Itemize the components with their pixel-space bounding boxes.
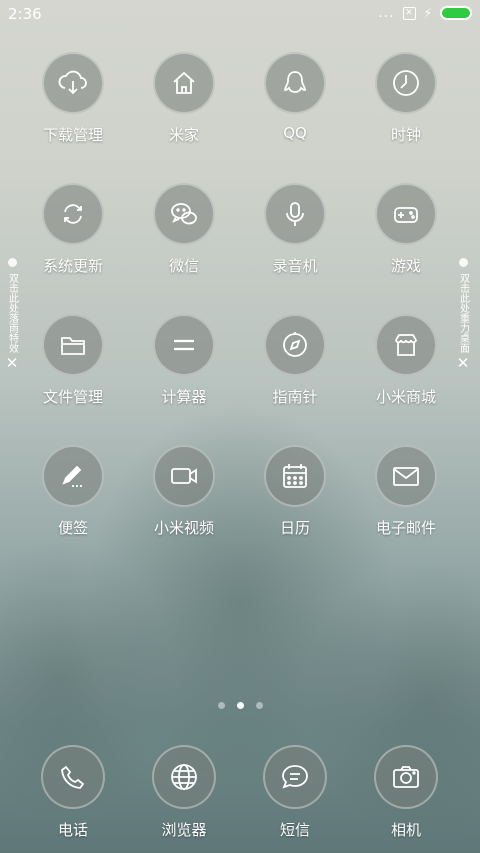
app-notes[interactable]: 便签 bbox=[18, 445, 128, 538]
app-system-update[interactable]: 系统更新 bbox=[18, 183, 128, 276]
penguin-icon bbox=[264, 52, 326, 114]
gravity-desktop-widget[interactable]: 双击此处重力桌面 ✕ bbox=[455, 258, 471, 371]
camera-icon bbox=[374, 745, 438, 809]
close-icon[interactable]: ✕ bbox=[4, 356, 20, 371]
chat-bubbles-icon bbox=[153, 183, 215, 245]
app-label: 电子邮件 bbox=[375, 519, 436, 537]
app-calculator[interactable]: 计算器 bbox=[129, 314, 239, 407]
app-mijia[interactable]: 米家 bbox=[129, 52, 239, 145]
sim-blocked-icon: ✕ bbox=[402, 6, 416, 20]
app-wechat[interactable]: 微信 bbox=[129, 183, 239, 276]
app-label: 电话 bbox=[57, 821, 88, 839]
widget-dot bbox=[458, 258, 468, 267]
status-bar: 2:36 ... ✕ ⚡ bbox=[0, 0, 480, 30]
equals-icon bbox=[153, 314, 215, 376]
app-clock[interactable]: 时钟 bbox=[351, 52, 461, 145]
app-label: 下载管理 bbox=[42, 126, 103, 144]
dock-messages[interactable]: 短信 bbox=[240, 745, 350, 840]
microphone-icon bbox=[264, 183, 326, 245]
app-label: 日历 bbox=[279, 519, 310, 537]
message-icon bbox=[263, 745, 327, 809]
dock-camera[interactable]: 相机 bbox=[351, 745, 461, 840]
app-label: QQ bbox=[283, 124, 307, 142]
rain-effect-widget[interactable]: 双击此处落雨特效 ✕ bbox=[4, 258, 20, 371]
app-mi-video[interactable]: 小米视频 bbox=[129, 445, 239, 538]
app-label: 便签 bbox=[57, 519, 88, 537]
app-qq[interactable]: QQ bbox=[240, 52, 350, 142]
charging-icon: ⚡ bbox=[423, 6, 432, 20]
app-label: 游戏 bbox=[390, 257, 421, 275]
status-time: 2:36 bbox=[8, 5, 42, 23]
app-recorder[interactable]: 录音机 bbox=[240, 183, 350, 276]
phone-icon bbox=[41, 745, 105, 809]
calendar-icon bbox=[264, 445, 326, 507]
app-download-manager[interactable]: 下载管理 bbox=[18, 52, 128, 145]
widget-dot bbox=[7, 258, 17, 267]
app-label: 小米商城 bbox=[375, 388, 436, 406]
app-label: 短信 bbox=[279, 821, 310, 839]
app-compass[interactable]: 指南针 bbox=[240, 314, 350, 407]
close-icon[interactable]: ✕ bbox=[455, 356, 471, 371]
app-file-manager[interactable]: 文件管理 bbox=[18, 314, 128, 407]
page-dot-1[interactable] bbox=[217, 702, 225, 709]
app-label: 文件管理 bbox=[42, 388, 103, 406]
dock-phone[interactable]: 电话 bbox=[18, 745, 128, 840]
app-mi-store[interactable]: 小米商城 bbox=[351, 314, 461, 407]
more-notifications-icon: ... bbox=[378, 5, 395, 21]
app-label: 时钟 bbox=[390, 126, 421, 144]
app-label: 微信 bbox=[168, 257, 199, 275]
dock-browser[interactable]: 浏览器 bbox=[129, 745, 239, 840]
compass-icon bbox=[264, 314, 326, 376]
app-label: 相机 bbox=[390, 821, 421, 839]
app-label: 小米视频 bbox=[153, 519, 214, 537]
page-dot-3[interactable] bbox=[255, 702, 263, 709]
app-label: 计算器 bbox=[161, 388, 207, 406]
app-calendar[interactable]: 日历 bbox=[240, 445, 350, 538]
cloud-download-icon bbox=[42, 52, 104, 114]
app-email[interactable]: 电子邮件 bbox=[351, 445, 461, 538]
app-label: 录音机 bbox=[272, 257, 318, 275]
app-label: 系统更新 bbox=[42, 257, 103, 275]
folder-icon bbox=[42, 314, 104, 376]
gravity-desktop-text: 双击此处重力桌面 bbox=[457, 273, 469, 353]
app-label: 指南针 bbox=[272, 388, 318, 406]
page-dot-2-active[interactable] bbox=[236, 702, 244, 709]
gamepad-icon bbox=[375, 183, 437, 245]
mail-icon bbox=[375, 445, 437, 507]
rain-effect-text: 双击此处落雨特效 bbox=[6, 273, 18, 353]
globe-icon bbox=[152, 745, 216, 809]
app-label: 浏览器 bbox=[161, 821, 207, 839]
app-label: 米家 bbox=[168, 126, 199, 144]
page-indicator bbox=[0, 702, 480, 709]
pen-icon bbox=[42, 445, 104, 507]
clock-icon bbox=[375, 52, 437, 114]
app-games[interactable]: 游戏 bbox=[351, 183, 461, 276]
store-icon bbox=[375, 314, 437, 376]
home-icon bbox=[153, 52, 215, 114]
battery-icon bbox=[440, 6, 472, 20]
video-camera-icon bbox=[153, 445, 215, 507]
refresh-icon bbox=[42, 183, 104, 245]
